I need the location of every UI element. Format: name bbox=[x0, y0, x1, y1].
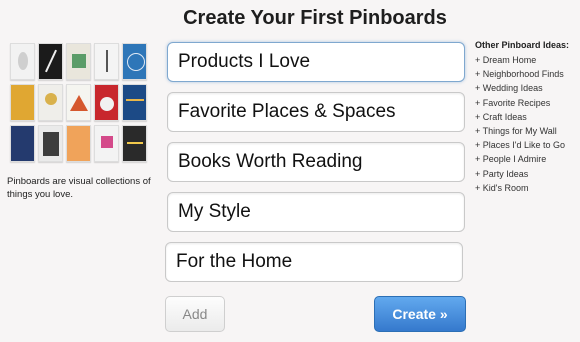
board-name-input-2[interactable] bbox=[167, 92, 465, 132]
board-name-input-3[interactable] bbox=[167, 142, 465, 182]
pin-thumbnail bbox=[94, 84, 119, 121]
idea-item[interactable]: + Craft Ideas bbox=[475, 110, 580, 124]
pin-thumbnail bbox=[122, 125, 147, 162]
pin-thumbnail bbox=[66, 43, 91, 80]
pin-thumbnail bbox=[66, 125, 91, 162]
pin-thumbnail bbox=[94, 125, 119, 162]
ideas-list: + Dream Home + Neighborhood Finds + Wedd… bbox=[475, 53, 580, 195]
pin-thumbnail bbox=[122, 43, 147, 80]
pin-thumbnail bbox=[122, 84, 147, 121]
idea-item[interactable]: + Wedding Ideas bbox=[475, 81, 580, 95]
add-board-button[interactable]: Add bbox=[165, 296, 225, 332]
pin-thumbnail bbox=[38, 43, 63, 80]
pinboard-thumbnail-collage bbox=[10, 43, 148, 163]
pinboard-ideas-panel: Other Pinboard Ideas: + Dream Home + Nei… bbox=[475, 40, 580, 195]
pinboards-caption: Pinboards are visual collections of thin… bbox=[7, 176, 151, 200]
idea-item[interactable]: + Dream Home bbox=[475, 53, 580, 67]
create-button[interactable]: Create » bbox=[374, 296, 466, 332]
idea-item[interactable]: + Kid's Room bbox=[475, 181, 580, 195]
pin-thumbnail bbox=[66, 84, 91, 121]
board-name-input-5[interactable] bbox=[165, 242, 463, 282]
idea-item[interactable]: + Places I'd Like to Go bbox=[475, 138, 580, 152]
idea-item[interactable]: + Things for My Wall bbox=[475, 124, 580, 138]
pin-thumbnail bbox=[10, 125, 35, 162]
board-name-input-1[interactable] bbox=[167, 42, 465, 82]
page-title: Create Your First Pinboards bbox=[183, 7, 447, 29]
board-name-input-4[interactable] bbox=[167, 192, 465, 232]
pin-thumbnail bbox=[38, 84, 63, 121]
pin-thumbnail bbox=[10, 84, 35, 121]
ideas-heading: Other Pinboard Ideas: bbox=[475, 40, 570, 50]
pin-thumbnail bbox=[94, 43, 119, 80]
idea-item[interactable]: + Neighborhood Finds bbox=[475, 67, 580, 81]
idea-item[interactable]: + People I Admire bbox=[475, 152, 580, 166]
idea-item[interactable]: + Party Ideas bbox=[475, 167, 580, 181]
pin-thumbnail bbox=[10, 43, 35, 80]
idea-item[interactable]: + Favorite Recipes bbox=[475, 96, 580, 110]
pin-thumbnail bbox=[38, 125, 63, 162]
